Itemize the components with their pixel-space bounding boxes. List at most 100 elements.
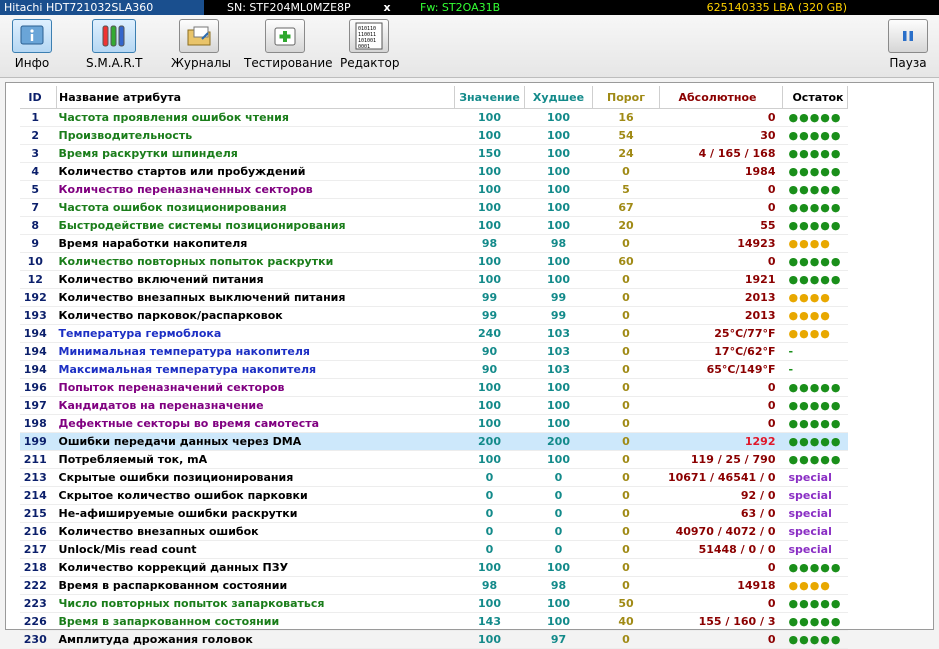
attr-worst: 100: [524, 252, 593, 271]
attr-name: Время в запаркованном состоянии: [56, 612, 455, 631]
logs-button[interactable]: Журналы: [171, 19, 231, 75]
table-row[interactable]: 194 Максимальная температура накопителя 90…: [20, 360, 848, 379]
table-row[interactable]: 194 Минимальная температура накопителя 90 1…: [20, 342, 848, 361]
table-row[interactable]: 230 Амплитуда дрожания головок 100 97 0 0 ●●●●…: [20, 630, 848, 649]
table-row[interactable]: 218 Количество коррекций данных ПЗУ 100 100…: [20, 558, 848, 577]
attr-threshold: 16: [592, 108, 660, 127]
attr-threshold: 0: [592, 360, 660, 379]
table-row[interactable]: 213 Скрытые ошибки позиционирования 0 0 0 106…: [20, 468, 848, 487]
attr-value: 0: [454, 468, 525, 487]
table-row[interactable]: 9 Время наработки накопителя 98 98 0 14923 ●●●…: [20, 234, 848, 253]
attr-remain: ●●●●●: [782, 378, 848, 397]
header-threshold[interactable]: Порог: [592, 86, 660, 109]
header-value[interactable]: Значение: [454, 86, 525, 109]
attr-raw: 0: [659, 594, 783, 613]
attr-name: Время в распаркованном состоянии: [56, 576, 455, 595]
table-row[interactable]: 226 Время в запаркованном состоянии 143 100…: [20, 612, 848, 631]
header-worst[interactable]: Худшее: [524, 86, 593, 109]
attr-value: 100: [454, 558, 525, 577]
attr-raw: 14918: [659, 576, 783, 595]
attr-raw: 155 / 160 / 3: [659, 612, 783, 631]
header-name[interactable]: Название атрибута: [56, 86, 455, 109]
attr-raw: 1921: [659, 270, 783, 289]
attr-remain: ●●●●●: [782, 144, 848, 163]
attr-id: 4: [20, 162, 57, 181]
attr-remain: special: [782, 486, 848, 505]
table-row[interactable]: 197 Кандидатов на переназначение 100 100 0 0 ●…: [20, 396, 848, 415]
attr-id: 10: [20, 252, 57, 271]
attr-worst: 100: [524, 216, 593, 235]
attr-name: Время раскрутки шпинделя: [56, 144, 455, 163]
header-raw[interactable]: Абсолютное: [659, 86, 783, 109]
pause-button[interactable]: Пауза: [886, 19, 930, 75]
attr-id: 7: [20, 198, 57, 217]
attr-remain: ●●●●●: [782, 432, 848, 451]
table-row[interactable]: 222 Время в распаркованном состоянии 98 98 0…: [20, 576, 848, 595]
header-id[interactable]: ID: [20, 86, 57, 109]
table-row[interactable]: 223 Число повторных попыток запарковаться…: [20, 594, 848, 613]
attr-threshold: 50: [592, 594, 660, 613]
attr-id: 3: [20, 144, 57, 163]
serial-number: SN: STF204ML0MZE8P: [227, 1, 351, 14]
table-row[interactable]: 194 Температура гермоблока 240 103 0 25°C/77°…: [20, 324, 848, 343]
attr-name: Частота ошибок позиционирования: [56, 198, 455, 217]
attr-worst: 103: [524, 360, 593, 379]
header-remain[interactable]: Остаток: [782, 86, 848, 109]
attr-id: 194: [20, 360, 57, 379]
attr-threshold: 0: [592, 630, 660, 649]
table-row[interactable]: 214 Скрытое количество ошибок парковки 0 0 0…: [20, 486, 848, 505]
table-row[interactable]: 3 Время раскрутки шпинделя 150 100 24 4 / 165…: [20, 144, 848, 163]
table-row[interactable]: 193 Количество парковок/распарковок 99 99 0 2…: [20, 306, 848, 325]
attr-threshold: 0: [592, 270, 660, 289]
smart-button[interactable]: S.M.A.R.T: [86, 19, 142, 75]
table-row[interactable]: 12 Количество включений питания 100 100 0 192…: [20, 270, 848, 289]
table-row[interactable]: 10 Количество повторных попыток раскрутки…: [20, 252, 848, 271]
attr-id: 226: [20, 612, 57, 631]
testing-button[interactable]: Тестирование: [244, 19, 333, 75]
drive-info-bar: Hitachi HDT721032SLA360 SN: STF204ML0MZE…: [0, 0, 939, 15]
table-row[interactable]: 211 Потребляемый ток, mA 100 100 0 119 / 25 /…: [20, 450, 848, 469]
drive-model: Hitachi HDT721032SLA360: [0, 0, 204, 15]
attr-worst: 100: [524, 396, 593, 415]
attr-threshold: 0: [592, 450, 660, 469]
info-button[interactable]: Инфо: [10, 19, 54, 75]
table-row[interactable]: 216 Количество внезапных ошибок 0 0 0 40970 /…: [20, 522, 848, 541]
attr-name: Амплитуда дрожания головок: [56, 630, 455, 649]
test-tubes-icon: [92, 19, 136, 53]
table-row[interactable]: 199 Ошибки передачи данных через DMA 200 20…: [20, 432, 848, 451]
attr-raw: 51448 / 0 / 0: [659, 540, 783, 559]
info-icon: [12, 19, 52, 53]
attr-remain: ●●●●●: [782, 270, 848, 289]
attr-id: 211: [20, 450, 57, 469]
table-row[interactable]: 217 Unlock/Mis read count 0 0 0 51448 / 0 / 0…: [20, 540, 848, 559]
attr-worst: 100: [524, 594, 593, 613]
close-drive-button[interactable]: x: [380, 0, 394, 15]
attr-remain: ●●●●: [782, 324, 848, 343]
attr-worst: 100: [524, 126, 593, 145]
logs-icon: [179, 19, 219, 53]
attr-threshold: 67: [592, 198, 660, 217]
attr-remain: ●●●●●: [782, 198, 848, 217]
attr-value: 98: [454, 576, 525, 595]
table-row[interactable]: 4 Количество стартов или пробуждений 100 10…: [20, 162, 848, 181]
attr-value: 99: [454, 306, 525, 325]
first-aid-icon: [265, 19, 305, 53]
attr-name: Скрытые ошибки позиционирования: [56, 468, 455, 487]
attr-remain: ●●●●●: [782, 108, 848, 127]
table-row[interactable]: 1 Частота проявления ошибок чтения 100 100 1…: [20, 108, 848, 127]
table-row[interactable]: 192 Количество внезапных выключений питан…: [20, 288, 848, 307]
table-row[interactable]: 215 Не-афишируемые ошибки раскрутки 0 0 0 63 …: [20, 504, 848, 523]
table-body: 1 Частота проявления ошибок чтения 100 100 1…: [20, 108, 848, 649]
table-row[interactable]: 198 Дефектные секторы во время самотеста 1…: [20, 414, 848, 433]
attr-name: Ошибки передачи данных через DMA: [56, 432, 455, 451]
table-row[interactable]: 5 Количество переназначенных секторов 100 1…: [20, 180, 848, 199]
table-row[interactable]: 196 Попыток переназначений секторов 100 100…: [20, 378, 848, 397]
table-row[interactable]: 8 Быстродействие системы позиционирования…: [20, 216, 848, 235]
attr-remain: ●●●●●: [782, 558, 848, 577]
attr-worst: 97: [524, 630, 593, 649]
table-row[interactable]: 7 Частота ошибок позиционирования 100 100 67…: [20, 198, 848, 217]
table-row[interactable]: 2 Производительность 100 100 54 30 ●●●●●: [20, 126, 848, 145]
attr-id: 196: [20, 378, 57, 397]
editor-button[interactable]: 010110 110011 101001 0001 Редактор: [340, 19, 399, 75]
attr-value: 90: [454, 342, 525, 361]
